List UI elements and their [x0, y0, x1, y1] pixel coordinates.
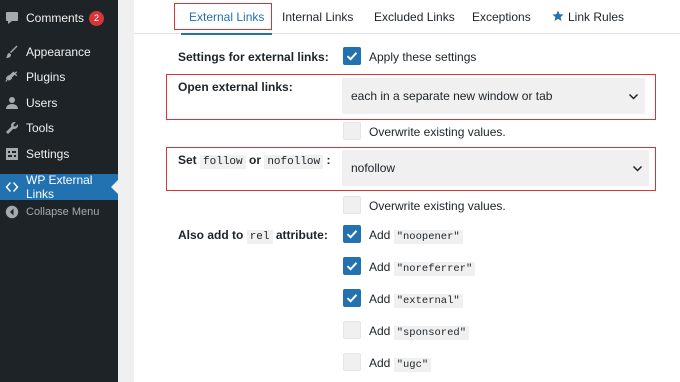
sidebar-item-settings[interactable]: Settings: [0, 141, 118, 167]
sidebar-item-label: WP External Links: [26, 173, 93, 201]
sidebar-item-label: Comments: [26, 11, 85, 25]
rel-ugc-checkbox[interactable]: [343, 353, 361, 371]
comments-count-badge: 2: [89, 10, 105, 26]
rel-ugc-label: Add "ugc": [369, 356, 432, 372]
admin-sidebar: Comments 2 Appearance Plugins Users Tool…: [0, 0, 118, 382]
select-value: each in a separate new window or tab: [351, 89, 553, 103]
sidebar-item-label: Settings: [26, 147, 70, 161]
tab-excluded-links[interactable]: Excluded Links: [374, 0, 455, 34]
overwrite-existing-label-2: Overwrite existing values.: [369, 199, 506, 213]
tab-bar: External Links Internal Links Excluded L…: [134, 0, 680, 35]
tab-exceptions[interactable]: Exceptions: [472, 0, 531, 34]
settings-panel: External Links Internal Links Excluded L…: [134, 0, 680, 382]
sidebar-item-label: Tools: [26, 121, 55, 135]
users-icon: [6, 97, 18, 109]
sidebar-item-tools[interactable]: Tools: [0, 115, 118, 141]
checkmark-icon: [346, 230, 358, 239]
comment-icon: [6, 12, 18, 24]
sidebar-item-comments[interactable]: Comments 2: [0, 5, 118, 31]
tab-external-links[interactable]: External Links: [180, 0, 273, 35]
add-word: Add: [369, 228, 391, 242]
rel-sponsored-label: Add "sponsored": [369, 324, 470, 340]
add-word: Add: [369, 260, 391, 274]
settings-icon: [6, 148, 18, 160]
rel-noopener-checkbox[interactable]: [343, 225, 361, 243]
overwrite-existing-label-1: Overwrite existing values.: [369, 125, 506, 139]
rel-value-code: "sponsored": [393, 326, 470, 340]
add-word: Add: [369, 292, 391, 306]
rel-noreferrer-checkbox[interactable]: [343, 257, 361, 275]
also-add-word: Also add to: [178, 228, 244, 242]
rel-noopener-label: Add "noopener": [369, 228, 463, 244]
sidebar-item-label: Users: [26, 96, 58, 110]
select-value: nofollow: [351, 161, 396, 175]
collapse-arrow-icon: [5, 205, 19, 219]
open-external-links-select[interactable]: each in a separate new window or tab: [342, 78, 645, 114]
or-word: or: [248, 153, 261, 167]
attribute-word: attribute:: [275, 228, 328, 242]
collapse-menu-button[interactable]: Collapse Menu: [0, 199, 118, 225]
sidebar-item-wp-external-links[interactable]: WP External Links: [0, 173, 118, 201]
set-word: Set: [178, 153, 197, 167]
sidebar-item-label: Collapse Menu: [26, 206, 100, 218]
add-word: Add: [369, 324, 391, 338]
tab-label: Link Rules: [568, 10, 625, 24]
code-brackets-icon: [5, 182, 19, 192]
tab-link-rules[interactable]: Link Rules: [552, 0, 624, 34]
checkmark-icon: [346, 294, 358, 303]
rel-value-code: "ugc": [393, 358, 432, 372]
open-external-links-label: Open external links:: [178, 80, 293, 94]
checkmark-icon: [346, 52, 358, 61]
tab-internal-links[interactable]: Internal Links: [282, 0, 353, 34]
sidebar-item-appearance[interactable]: Appearance: [0, 39, 118, 65]
sidebar-item-users[interactable]: Users: [0, 90, 118, 116]
sidebar-item-label: Plugins: [26, 70, 66, 84]
overwrite-existing-checkbox-1[interactable]: [343, 122, 361, 140]
nofollow-code: nofollow: [264, 155, 324, 169]
rel-value-code: "noopener": [393, 230, 463, 244]
rel-sponsored-checkbox[interactable]: [343, 321, 361, 339]
paintbrush-icon: [6, 45, 18, 58]
follow-nofollow-label: Set follow or nofollow :: [178, 153, 331, 169]
add-word: Add: [369, 356, 391, 370]
colon: :: [326, 153, 331, 167]
follow-nofollow-select[interactable]: nofollow: [342, 150, 649, 186]
apply-settings-label: Apply these settings: [369, 50, 477, 64]
rel-value-code: "external": [393, 294, 463, 308]
rel-value-code: "noreferrer": [393, 262, 476, 276]
follow-code: follow: [200, 155, 246, 169]
rel-code: rel: [246, 230, 273, 244]
rel-external-label: Add "external": [369, 292, 463, 308]
chevron-down-icon: [628, 93, 639, 100]
settings-for-external-links-label: Settings for external links:: [178, 50, 329, 64]
overwrite-existing-checkbox-2[interactable]: [343, 196, 361, 214]
rel-noreferrer-label: Add "noreferrer": [369, 260, 476, 276]
apply-settings-checkbox[interactable]: [343, 47, 361, 65]
sidebar-item-label: Appearance: [26, 45, 91, 59]
plug-icon: [5, 71, 18, 82]
wrench-icon: [6, 121, 19, 134]
star-icon: [552, 10, 564, 21]
chevron-down-icon: [632, 165, 643, 172]
sidebar-item-plugins[interactable]: Plugins: [0, 64, 118, 90]
rel-external-checkbox[interactable]: [343, 289, 361, 307]
checkmark-icon: [346, 262, 358, 271]
rel-attribute-label: Also add to rel attribute:: [178, 228, 328, 244]
